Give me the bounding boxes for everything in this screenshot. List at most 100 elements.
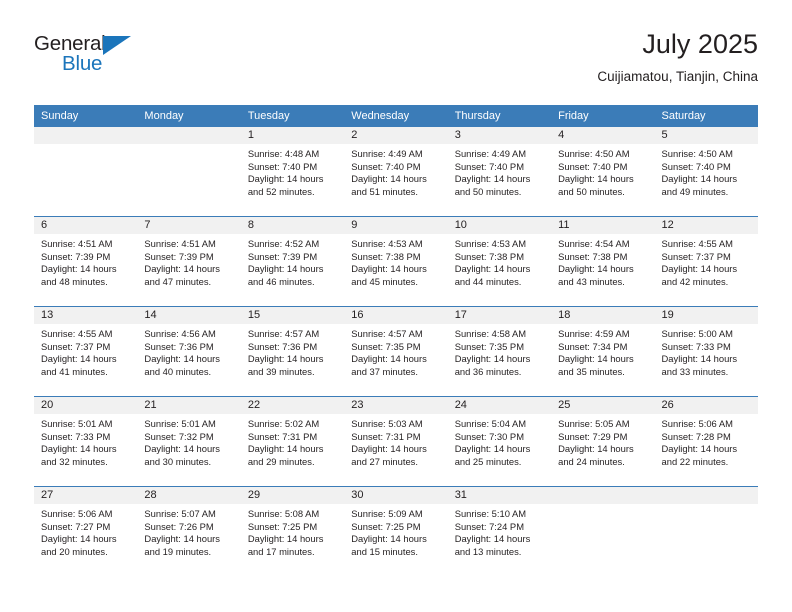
day-number: 1	[240, 127, 345, 144]
detail-sunrise: Sunrise: 5:01 AM	[41, 418, 113, 429]
calendar-day-cell[interactable]: 3 Sunrise: 4:49 AM Sunset: 7:40 PM Daylight…	[447, 127, 552, 217]
calendar-day-cell[interactable]: 23 Sunrise: 5:03 AM Sunset: 7:31 PM Dayligh…	[344, 396, 448, 487]
day-cell-inner: 13 Sunrise: 4:55 AM Sunset: 7:37 PM Dayligh…	[34, 307, 138, 396]
detail-sunrise: Sunrise: 4:49 AM	[454, 148, 527, 159]
day-details: Sunrise: 5:03 AM Sunset: 7:31 PM Daylight:…	[344, 414, 447, 468]
detail-sunset: Sunset: 7:40 PM	[661, 160, 731, 172]
calendar-day-cell[interactable]: 17 Sunrise: 4:58 AM Sunset: 7:35 PM Dayligh…	[447, 306, 552, 397]
detail-daylight2: and 44 minutes.	[454, 275, 522, 287]
day-number: 16	[344, 307, 448, 324]
detail-daylight2: and 20 minutes.	[41, 545, 108, 557]
calendar-day-cell[interactable]: 1 Sunrise: 4:48 AM Sunset: 7:40 PM Daylight…	[240, 127, 345, 217]
detail-sunset: Sunset: 7:26 PM	[144, 520, 214, 532]
day-cell-inner: 19 Sunrise: 5:00 AM Sunset: 7:33 PM Dayligh…	[654, 307, 758, 396]
detail-daylight1: Daylight: 14 hours	[351, 533, 427, 545]
day-number: 30	[344, 487, 448, 504]
calendar-day-cell[interactable]: 16 Sunrise: 4:57 AM Sunset: 7:35 PM Dayligh…	[344, 306, 448, 397]
detail-daylight2: and 17 minutes.	[247, 545, 315, 557]
detail-sunrise: Sunrise: 4:51 AM	[41, 238, 113, 249]
calendar-week-row: 13 Sunrise: 4:55 AM Sunset: 7:37 PM Dayligh…	[34, 306, 758, 397]
detail-sunrise: Sunrise: 4:53 AM	[351, 238, 423, 249]
calendar-day-cell[interactable]: 6 Sunrise: 4:51 AM Sunset: 7:39 PM Daylight…	[34, 216, 138, 307]
calendar-day-cell[interactable]: 5 Sunrise: 4:50 AM Sunset: 7:40 PM Daylight…	[654, 127, 758, 217]
calendar-day-cell[interactable]: 14 Sunrise: 4:56 AM Sunset: 7:36 PM Dayligh…	[137, 306, 241, 397]
day-cell-inner: 28 Sunrise: 5:07 AM Sunset: 7:26 PM Dayligh…	[137, 487, 241, 576]
day-cell-inner: 3 Sunrise: 4:49 AM Sunset: 7:40 PM Daylight…	[447, 127, 552, 216]
day-details: Sunrise: 4:53 AM Sunset: 7:38 PM Daylight:…	[344, 234, 447, 288]
calendar-day-cell[interactable]: 15 Sunrise: 4:57 AM Sunset: 7:36 PM Dayligh…	[240, 306, 345, 397]
day-details: Sunrise: 4:52 AM Sunset: 7:39 PM Daylight:…	[241, 234, 344, 288]
detail-daylight1: Daylight: 14 hours	[661, 443, 738, 455]
calendar-day-cell[interactable]: 27 Sunrise: 5:06 AM Sunset: 7:27 PM Dayligh…	[34, 486, 138, 576]
detail-sunset: Sunset: 7:40 PM	[558, 160, 628, 172]
day-number: 4	[551, 127, 655, 144]
page-title: July 2025	[642, 29, 758, 59]
detail-daylight2: and 30 minutes.	[144, 455, 212, 467]
detail-daylight2: and 33 minutes.	[661, 365, 729, 377]
calendar-day-cell[interactable]: 10 Sunrise: 4:53 AM Sunset: 7:38 PM Dayligh…	[447, 216, 552, 307]
detail-sunrise: Sunrise: 5:00 AM	[661, 328, 733, 339]
calendar-day-cell[interactable]: 13 Sunrise: 4:55 AM Sunset: 7:37 PM Dayligh…	[34, 306, 138, 397]
detail-sunset: Sunset: 7:27 PM	[41, 520, 111, 532]
day-details: Sunrise: 5:02 AM Sunset: 7:31 PM Daylight:…	[241, 414, 344, 468]
calendar-day-cell[interactable]: 18 Sunrise: 4:59 AM Sunset: 7:34 PM Dayligh…	[551, 306, 655, 397]
detail-sunset: Sunset: 7:38 PM	[351, 250, 421, 262]
day-cell-inner	[34, 127, 138, 216]
detail-daylight1: Daylight: 14 hours	[454, 173, 531, 185]
calendar-day-cell[interactable]: 19 Sunrise: 5:00 AM Sunset: 7:33 PM Dayligh…	[654, 306, 758, 397]
detail-daylight1: Daylight: 14 hours	[144, 353, 220, 365]
calendar-week-row: 1 Sunrise: 4:48 AM Sunset: 7:40 PM Daylight…	[34, 127, 758, 217]
day-details	[551, 504, 654, 508]
calendar-day-cell[interactable]: 30 Sunrise: 5:09 AM Sunset: 7:25 PM Dayligh…	[344, 486, 448, 576]
detail-daylight1: Daylight: 14 hours	[454, 353, 531, 365]
day-number: 10	[447, 217, 552, 234]
detail-daylight2: and 22 minutes.	[661, 455, 729, 467]
day-details: Sunrise: 4:50 AM Sunset: 7:40 PM Daylight:…	[551, 144, 654, 198]
calendar-day-cell[interactable]: 24 Sunrise: 5:04 AM Sunset: 7:30 PM Dayligh…	[447, 396, 552, 487]
calendar-day-cell[interactable]: 2 Sunrise: 4:49 AM Sunset: 7:40 PM Daylight…	[344, 127, 448, 217]
calendar-day-cell[interactable]: 31 Sunrise: 5:10 AM Sunset: 7:24 PM Dayligh…	[447, 486, 552, 576]
day-details: Sunrise: 5:06 AM Sunset: 7:27 PM Daylight:…	[34, 504, 137, 558]
calendar-header-row: Sunday Monday Tuesday Wednesday Thursday…	[34, 105, 758, 127]
day-cell-inner: 17 Sunrise: 4:58 AM Sunset: 7:35 PM Dayligh…	[447, 307, 552, 396]
detail-sunrise: Sunrise: 5:02 AM	[247, 418, 320, 429]
detail-sunset: Sunset: 7:35 PM	[351, 340, 421, 352]
day-details: Sunrise: 4:59 AM Sunset: 7:34 PM Daylight:…	[551, 324, 654, 378]
calendar-day-cell[interactable]: 28 Sunrise: 5:07 AM Sunset: 7:26 PM Dayligh…	[137, 486, 241, 576]
day-details: Sunrise: 4:48 AM Sunset: 7:40 PM Daylight:…	[241, 144, 344, 198]
triangle-icon	[103, 36, 131, 55]
day-number: 20	[34, 397, 138, 414]
day-number: 11	[551, 217, 655, 234]
general-blue-logo: General Blue	[34, 33, 164, 82]
detail-sunset: Sunset: 7:37 PM	[41, 340, 111, 352]
calendar-day-cell[interactable]: 12 Sunrise: 4:55 AM Sunset: 7:37 PM Dayligh…	[654, 216, 758, 307]
weekday-header-tuesday: Tuesday	[240, 105, 345, 127]
day-number: 23	[344, 397, 448, 414]
calendar-day-cell[interactable]: 22 Sunrise: 5:02 AM Sunset: 7:31 PM Dayligh…	[240, 396, 345, 487]
calendar-day-cell[interactable]: 7 Sunrise: 4:51 AM Sunset: 7:39 PM Daylight…	[137, 216, 241, 307]
calendar-day-cell[interactable]: 29 Sunrise: 5:08 AM Sunset: 7:25 PM Dayligh…	[240, 486, 345, 576]
day-number: 31	[447, 487, 552, 504]
detail-daylight1: Daylight: 14 hours	[558, 443, 634, 455]
detail-daylight2: and 46 minutes.	[247, 275, 315, 287]
detail-sunrise: Sunrise: 5:09 AM	[351, 508, 423, 519]
calendar-day-cell[interactable]: 8 Sunrise: 4:52 AM Sunset: 7:39 PM Daylight…	[240, 216, 345, 307]
detail-sunset: Sunset: 7:36 PM	[247, 340, 318, 352]
calendar-day-cell[interactable]: 11 Sunrise: 4:54 AM Sunset: 7:38 PM Dayligh…	[551, 216, 655, 307]
detail-sunset: Sunset: 7:31 PM	[351, 430, 421, 442]
calendar-day-cell[interactable]: 4 Sunrise: 4:50 AM Sunset: 7:40 PM Daylight…	[551, 127, 655, 217]
calendar-day-cell[interactable]: 21 Sunrise: 5:01 AM Sunset: 7:32 PM Dayligh…	[137, 396, 241, 487]
calendar-day-cell[interactable]: 26 Sunrise: 5:06 AM Sunset: 7:28 PM Dayligh…	[654, 396, 758, 487]
calendar-day-cell[interactable]: 25 Sunrise: 5:05 AM Sunset: 7:29 PM Dayligh…	[551, 396, 655, 487]
detail-sunset: Sunset: 7:39 PM	[41, 250, 111, 262]
calendar-day-cell[interactable]: 9 Sunrise: 4:53 AM Sunset: 7:38 PM Daylight…	[344, 216, 448, 307]
calendar-table: Sunday Monday Tuesday Wednesday Thursday…	[34, 105, 758, 576]
detail-sunrise: Sunrise: 4:55 AM	[661, 238, 733, 249]
day-details: Sunrise: 4:55 AM Sunset: 7:37 PM Daylight:…	[34, 324, 137, 378]
calendar-day-cell[interactable]: 20 Sunrise: 5:01 AM Sunset: 7:33 PM Dayligh…	[34, 396, 138, 487]
detail-daylight1: Daylight: 14 hours	[454, 533, 531, 545]
day-cell-inner: 15 Sunrise: 4:57 AM Sunset: 7:36 PM Dayligh…	[240, 307, 345, 396]
day-details: Sunrise: 4:57 AM Sunset: 7:36 PM Daylight:…	[241, 324, 344, 378]
detail-sunrise: Sunrise: 5:08 AM	[247, 508, 320, 519]
day-number: 24	[447, 397, 552, 414]
